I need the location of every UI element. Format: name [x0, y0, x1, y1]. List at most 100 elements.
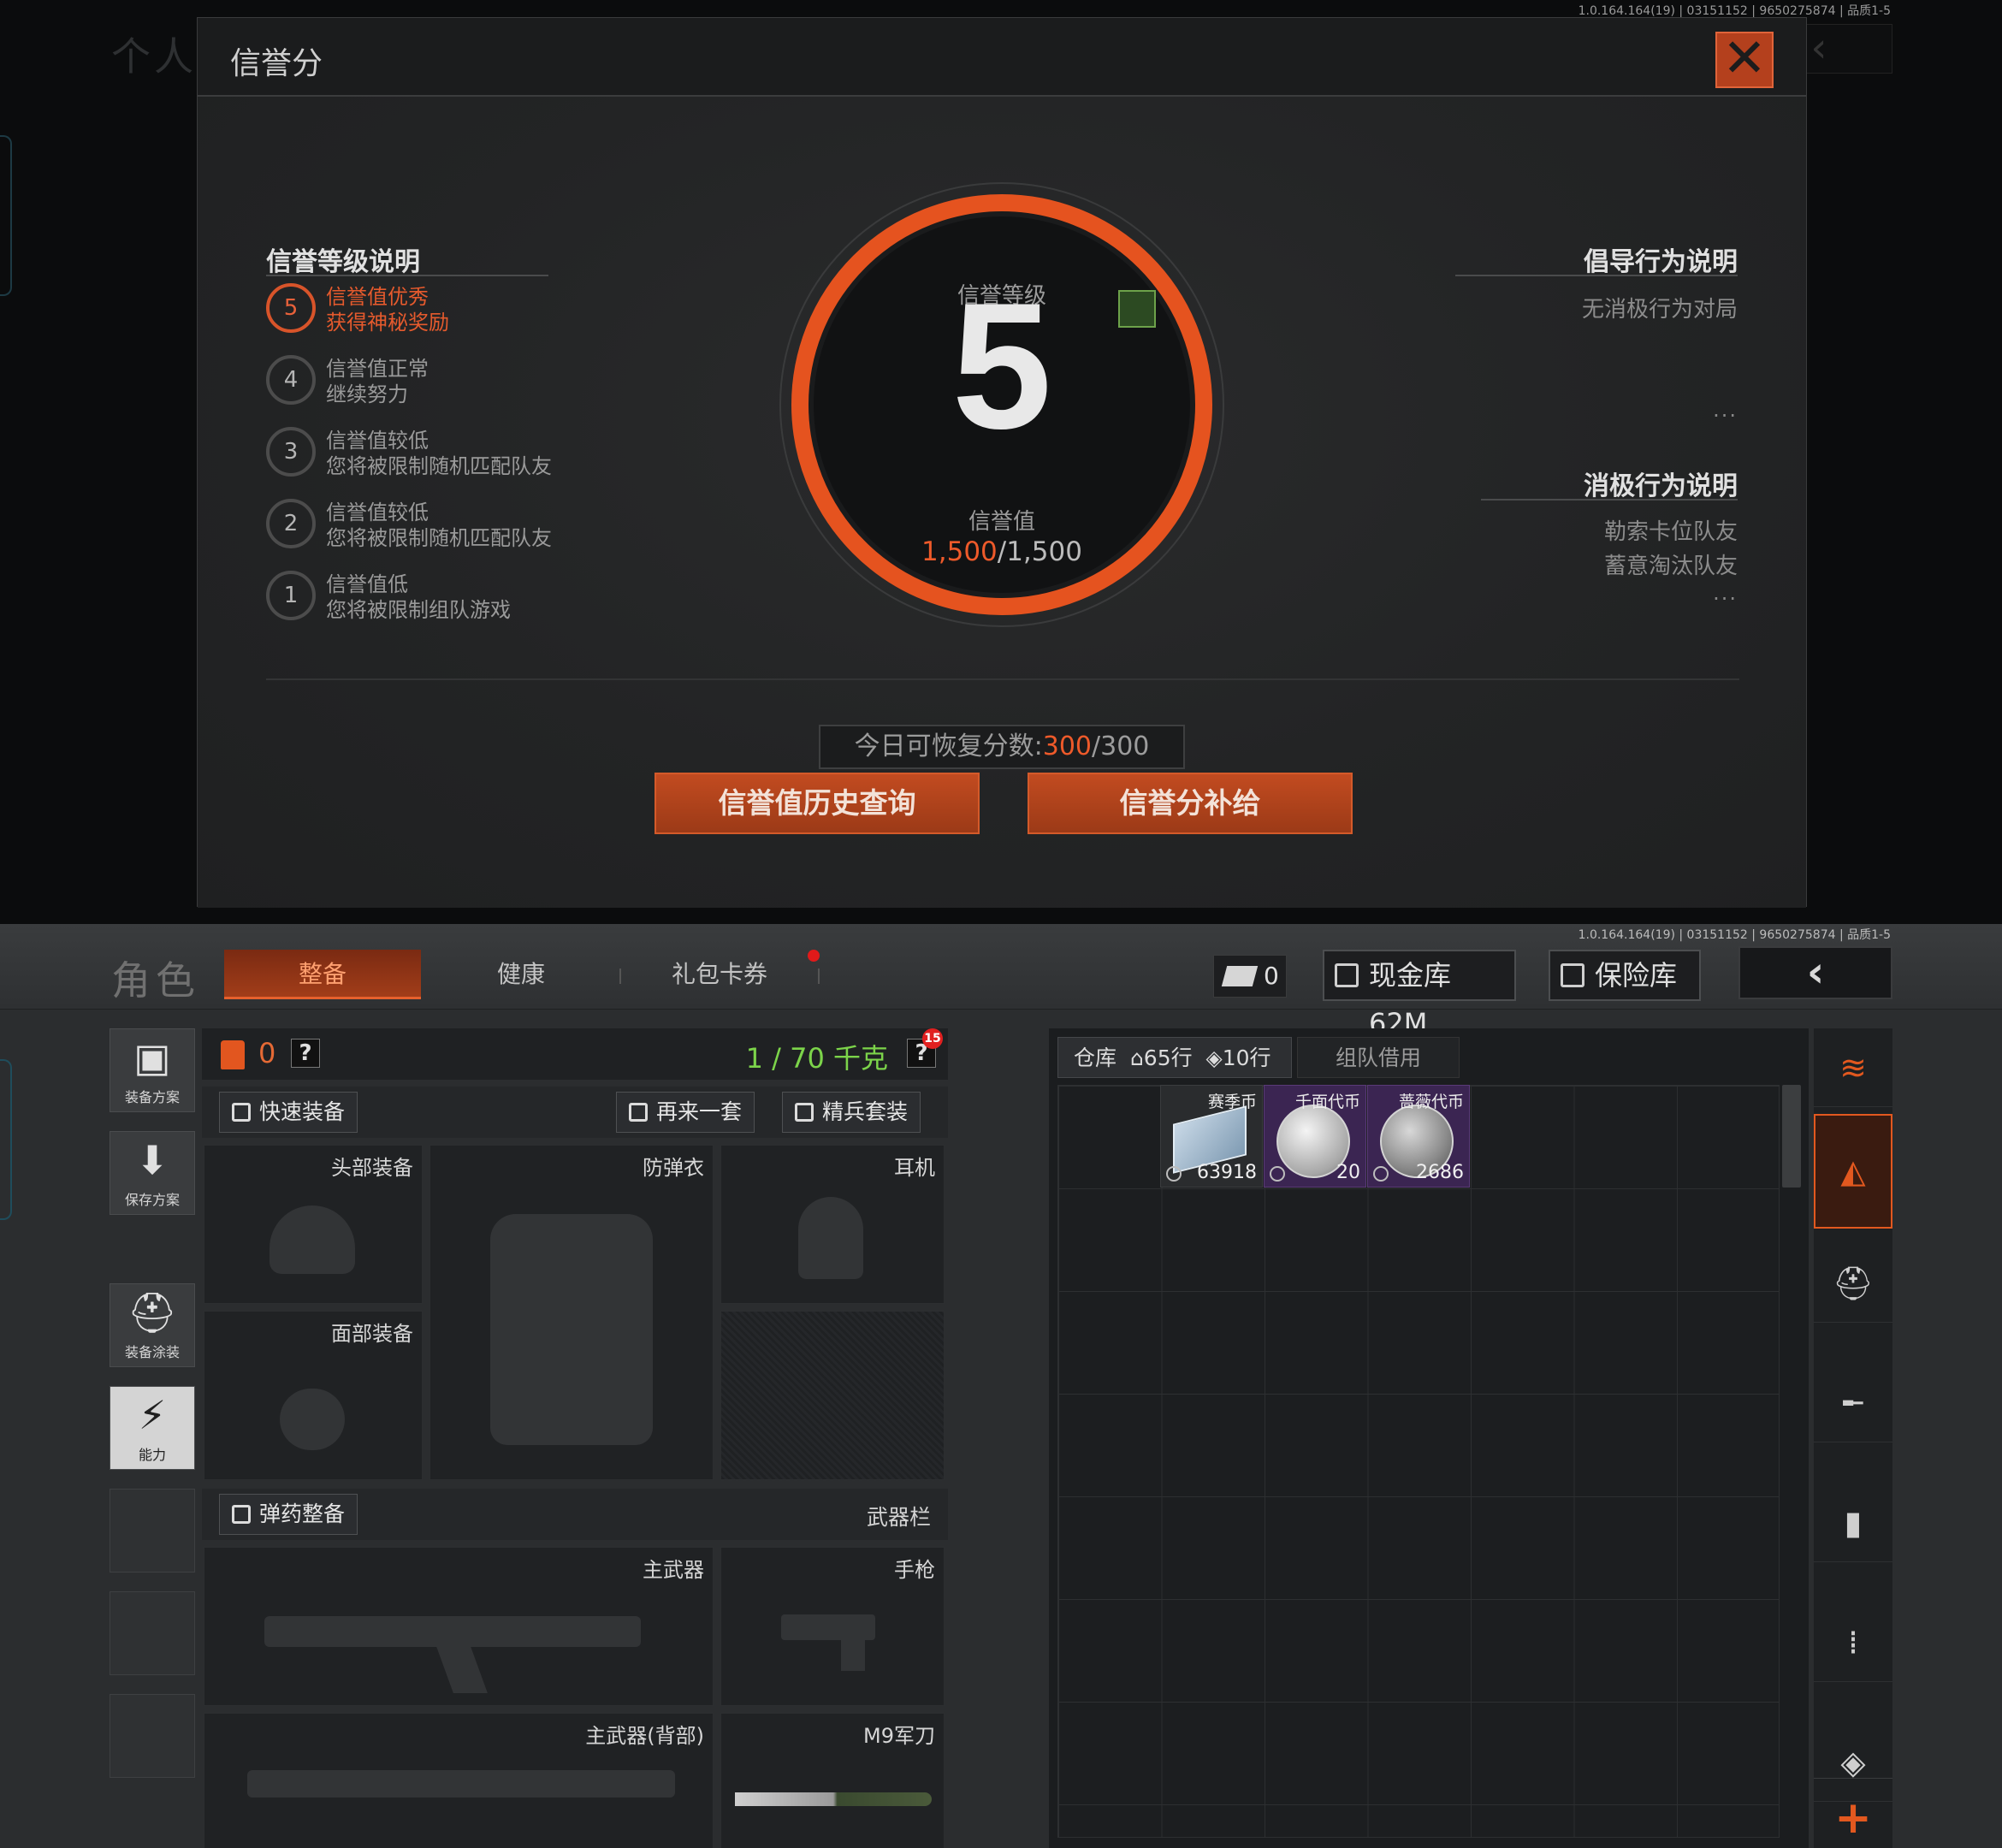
helmet-icon[interactable]: ⛑	[1814, 1244, 1892, 1323]
elite-set-button[interactable]: 精兵套装	[782, 1092, 921, 1133]
tab-gift-cards[interactable]: 礼包卡券	[621, 950, 818, 999]
save-plan-button[interactable]: ⬇ 保存方案	[110, 1131, 195, 1215]
cash-vault-button[interactable]: 现金库 62M	[1323, 950, 1516, 1040]
rifle-magazine-silhouette	[435, 1642, 488, 1693]
tab-loadout[interactable]: 整备	[224, 950, 421, 999]
quick-equip-button[interactable]: 快速装备	[219, 1092, 358, 1133]
item-name: 蔷薇代币	[1398, 1093, 1464, 1111]
shield-icon	[795, 1103, 814, 1122]
slot-label: M9军刀	[863, 1724, 935, 1748]
pistol-slot[interactable]: 手枪	[720, 1547, 945, 1706]
level-effect: 您将被限制随机匹配队友	[326, 526, 552, 550]
slot-label: 主武器(背部)	[585, 1724, 704, 1748]
credit-score-screen: 1.0.164.164(19) | 03151152 | 9650275874 …	[0, 0, 2002, 924]
level-circle: 1	[266, 571, 316, 620]
warehouse-label: 仓库	[1074, 1045, 1117, 1070]
level-effect: 您将被限制随机匹配队友	[326, 454, 552, 478]
level-effect: 获得神秘奖励	[326, 311, 449, 335]
notification-dot	[808, 950, 820, 962]
slot-label: 防弹衣	[643, 1156, 704, 1180]
ticket-counter[interactable]: 0	[1213, 955, 1287, 998]
ammo-row: 弹药整备 武器栏	[202, 1489, 948, 1540]
credit-level-ring: 信誉等级 5 信誉值 1,500/1,500	[779, 182, 1224, 627]
tab-health[interactable]: 健康	[423, 950, 619, 999]
refresh-icon	[629, 1103, 648, 1122]
clock-icon	[1373, 1166, 1389, 1182]
pistol-grip-silhouette	[841, 1633, 865, 1671]
vest-slot[interactable]: 防弹衣	[429, 1145, 714, 1480]
close-button[interactable]: ✕	[1715, 32, 1774, 88]
vest-icon: ▣	[133, 1034, 171, 1081]
armor-help-button[interactable]: ?	[291, 1039, 320, 1068]
slot-label: 主武器	[643, 1558, 704, 1582]
bullet-icon[interactable]: ⁞	[1814, 1603, 1892, 1682]
negative-behavior-item: 勒索卡位队友	[1603, 519, 1738, 545]
slot-label: 面部装备	[331, 1322, 413, 1346]
rifle-back-silhouette-icon	[247, 1770, 675, 1798]
headset-slot[interactable]: 耳机	[720, 1145, 945, 1304]
side-button-label: 能力	[138, 1447, 166, 1463]
knife-icon	[735, 1792, 932, 1806]
primary-weapon-slot[interactable]: 主武器	[204, 1547, 714, 1706]
coin-icon	[1166, 1166, 1182, 1182]
ability-button[interactable]: ⚡ 能力	[110, 1386, 195, 1470]
knife-slot[interactable]: M9军刀	[720, 1713, 945, 1848]
ammo-icon	[232, 1505, 251, 1524]
back-weapon-slot[interactable]: 主武器(背部)	[204, 1713, 714, 1848]
ammo-prepare-button[interactable]: 弹药整备	[219, 1494, 358, 1535]
head-slot[interactable]: 头部装备	[204, 1145, 423, 1304]
safe-box-button[interactable]: 保险库	[1549, 950, 1701, 1001]
quick-equip-label: 快速装备	[259, 1099, 346, 1124]
divider	[266, 678, 1739, 680]
warehouse-extra-rows: 10行	[1222, 1045, 1271, 1070]
sort-stack-icon[interactable]: ≋	[1814, 1028, 1892, 1107]
credit-value-current: 1,500	[921, 536, 998, 567]
inventory-item[interactable]: 赛季币 63918	[1160, 1085, 1263, 1188]
slot-label: 手枪	[894, 1558, 935, 1582]
level-explain-title: 信誉等级说明	[266, 247, 420, 277]
gas-mask-silhouette-icon	[280, 1389, 345, 1450]
tab-warehouse[interactable]: 仓库 ⌂65行 ◈10行	[1057, 1037, 1292, 1078]
shirt-icon	[232, 1103, 251, 1122]
equip-again-button[interactable]: 再来一套	[616, 1092, 755, 1133]
plus-icon[interactable]: +	[1814, 1778, 1892, 1848]
face-slot[interactable]: 面部装备	[204, 1311, 423, 1480]
inventory-grid[interactable]	[1057, 1085, 1780, 1838]
inventory-item[interactable]: 蔷薇代币 2686	[1367, 1085, 1470, 1188]
tab-team-borrow[interactable]: 组队借用	[1297, 1037, 1460, 1078]
dialog-header: 信誉分 ✕	[198, 18, 1806, 97]
armor-value: 0	[258, 1037, 276, 1069]
divider	[266, 275, 548, 276]
safe-box-label: 保险库	[1595, 959, 1678, 992]
rank-badge-icon[interactable]	[1118, 290, 1156, 328]
rifle-icon[interactable]: ╾	[1814, 1364, 1892, 1442]
credit-level-number: 5	[951, 265, 1052, 466]
back-button[interactable]: ‹	[1738, 946, 1892, 999]
close-icon: ✕	[1722, 27, 1767, 89]
inventory-item[interactable]: 千面代币 20	[1264, 1085, 1366, 1188]
equipment-skin-button[interactable]: ⛑ 装备涂装	[110, 1283, 195, 1367]
elite-set-label: 精兵套装	[822, 1099, 909, 1124]
history-query-button[interactable]: 信誉值历史查询	[654, 773, 980, 834]
more-dots: ...	[1713, 398, 1738, 422]
loadout-plan-button[interactable]: ▣ 装备方案	[110, 1028, 195, 1112]
level-effect: 您将被限制组队游戏	[326, 598, 511, 622]
headset-silhouette-icon	[798, 1197, 863, 1279]
inventory-scrollbar[interactable]	[1782, 1085, 1801, 1188]
action-row: 快速装备 再来一套 精兵套装	[202, 1087, 948, 1138]
lightning-icon: ⚡	[138, 1392, 167, 1438]
stat-bar: 0 ? 1 / 70 千克 ?	[202, 1028, 948, 1080]
all-items-icon[interactable]: ◭	[1814, 1114, 1892, 1229]
magazine-icon[interactable]: ▮	[1814, 1484, 1892, 1562]
recover-total: /300	[1092, 732, 1150, 761]
credit-supply-button[interactable]: 信誉分补给	[1028, 773, 1353, 834]
cash-icon	[1335, 963, 1359, 987]
empty-side-slot	[110, 1694, 195, 1778]
recover-label: 今日可恢复分数:	[854, 732, 1043, 761]
loadout-panel: 0 ? 1 / 70 千克 ? 快速装备 再来一套 精兵套装 15 头部装备 面…	[202, 1028, 948, 1848]
ticket-icon	[1221, 966, 1259, 986]
negative-behavior-item: 蓄意淘汰队友	[1603, 554, 1738, 579]
divider	[1481, 499, 1738, 500]
daily-recover-box: 今日可恢复分数:300/300	[819, 725, 1185, 769]
category-filter-column: ≋ ◭ ⛑ ╾ ▮ ⁞ ◈ +	[1814, 1028, 1892, 1848]
